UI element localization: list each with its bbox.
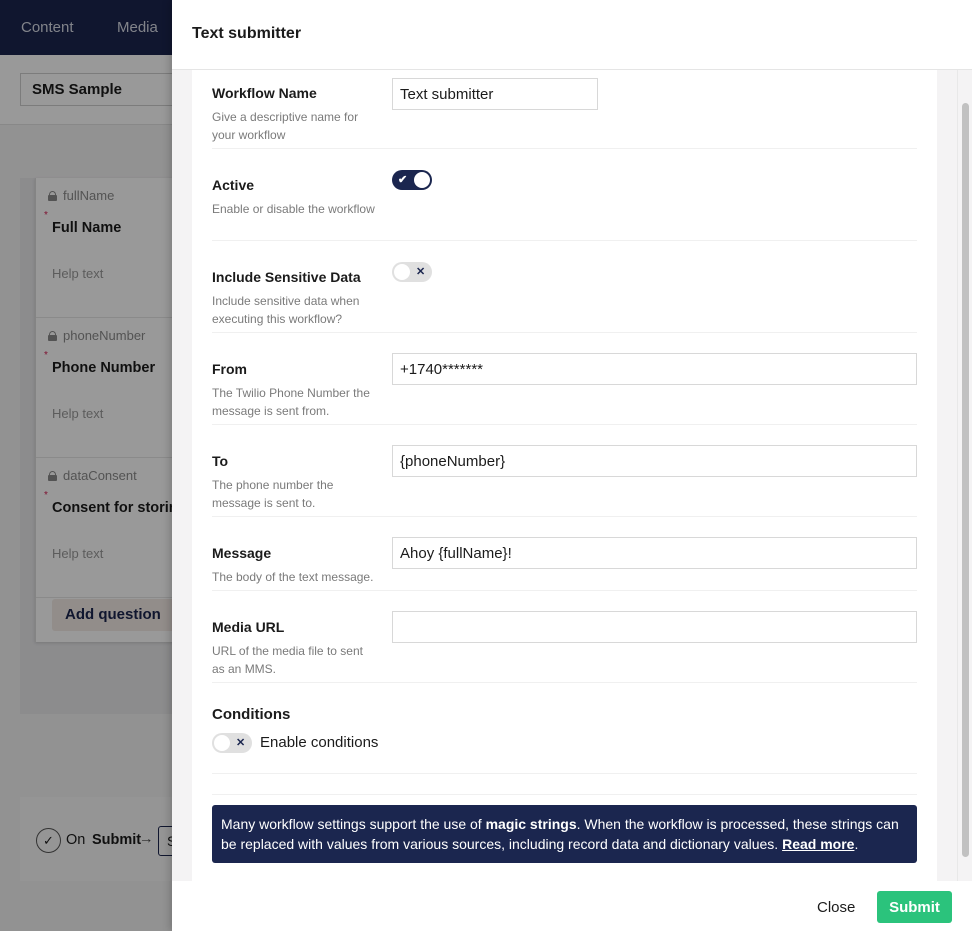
media-url-input[interactable] (392, 611, 917, 643)
toggle-knob (414, 172, 430, 188)
property-label: From (212, 361, 247, 377)
active-toggle[interactable]: ✔ (392, 170, 432, 190)
property-active: Active Enable or disable the workflow ✔ (212, 149, 917, 241)
info-text-end: . (854, 836, 859, 852)
property-media-url: Media URL URL of the media file to sent … (212, 591, 917, 683)
scrollbar-thumb[interactable] (962, 103, 969, 857)
to-input[interactable] (392, 445, 917, 477)
workflow-settings-panel: Text submitter Workflow Name Give a desc… (172, 0, 972, 931)
property-description: URL of the media file to sent as an MMS. (212, 644, 363, 676)
toggle-knob (214, 735, 230, 751)
from-input[interactable] (392, 353, 917, 385)
property-conditions: Conditions ✕ Enable conditions (212, 683, 917, 774)
info-text-before: Many workflow settings support the use o… (221, 816, 486, 832)
toggle-knob (394, 264, 410, 280)
property-from: From The Twilio Phone Number the message… (212, 333, 917, 425)
property-description: Enable or disable the workflow (212, 202, 375, 216)
property-description: Give a descriptive name for your workflo… (212, 110, 359, 142)
divider (212, 774, 917, 795)
property-sensitive-data: Include Sensitive Data Include sensitive… (212, 241, 917, 333)
close-icon: ✕ (416, 266, 426, 278)
close-icon: ✕ (236, 737, 246, 749)
property-label: Media URL (212, 619, 285, 635)
property-description: The phone number the message is sent to. (212, 478, 334, 510)
property-description: The Twilio Phone Number the message is s… (212, 386, 370, 418)
close-button[interactable]: Close (806, 891, 866, 923)
property-label: Include Sensitive Data (212, 269, 361, 285)
panel-body: Workflow Name Give a descriptive name fo… (192, 70, 937, 881)
check-icon: ✔ (398, 174, 408, 186)
sensitive-data-toggle[interactable]: ✕ (392, 262, 432, 282)
property-description: The body of the text message. (212, 570, 374, 584)
property-label: To (212, 453, 229, 469)
property-label: Active (212, 177, 255, 193)
property-workflow-name: Workflow Name Give a descriptive name fo… (212, 70, 917, 149)
submit-button[interactable]: Submit (877, 891, 952, 923)
info-text-bold: magic strings (485, 816, 577, 832)
enable-conditions-toggle[interactable]: ✕ (212, 733, 252, 753)
read-more-link[interactable]: Read more (782, 836, 854, 852)
workflow-name-input[interactable] (392, 78, 598, 110)
property-description: Include sensitive data when executing th… (212, 294, 360, 326)
property-message: Message The body of the text message. (212, 517, 917, 591)
property-label: Workflow Name (212, 85, 317, 101)
panel-header: Text submitter (172, 0, 972, 70)
panel-footer: Close Submit (172, 881, 972, 931)
enable-conditions-label[interactable]: Enable conditions (260, 734, 378, 751)
property-to: To The phone number the message is sent … (212, 425, 917, 517)
property-label: Conditions (212, 706, 291, 723)
property-label: Message (212, 545, 272, 561)
scrollbar[interactable] (957, 70, 972, 881)
panel-title: Text submitter (192, 25, 302, 42)
message-input[interactable] (392, 537, 917, 569)
magic-strings-info: Many workflow settings support the use o… (212, 805, 917, 863)
